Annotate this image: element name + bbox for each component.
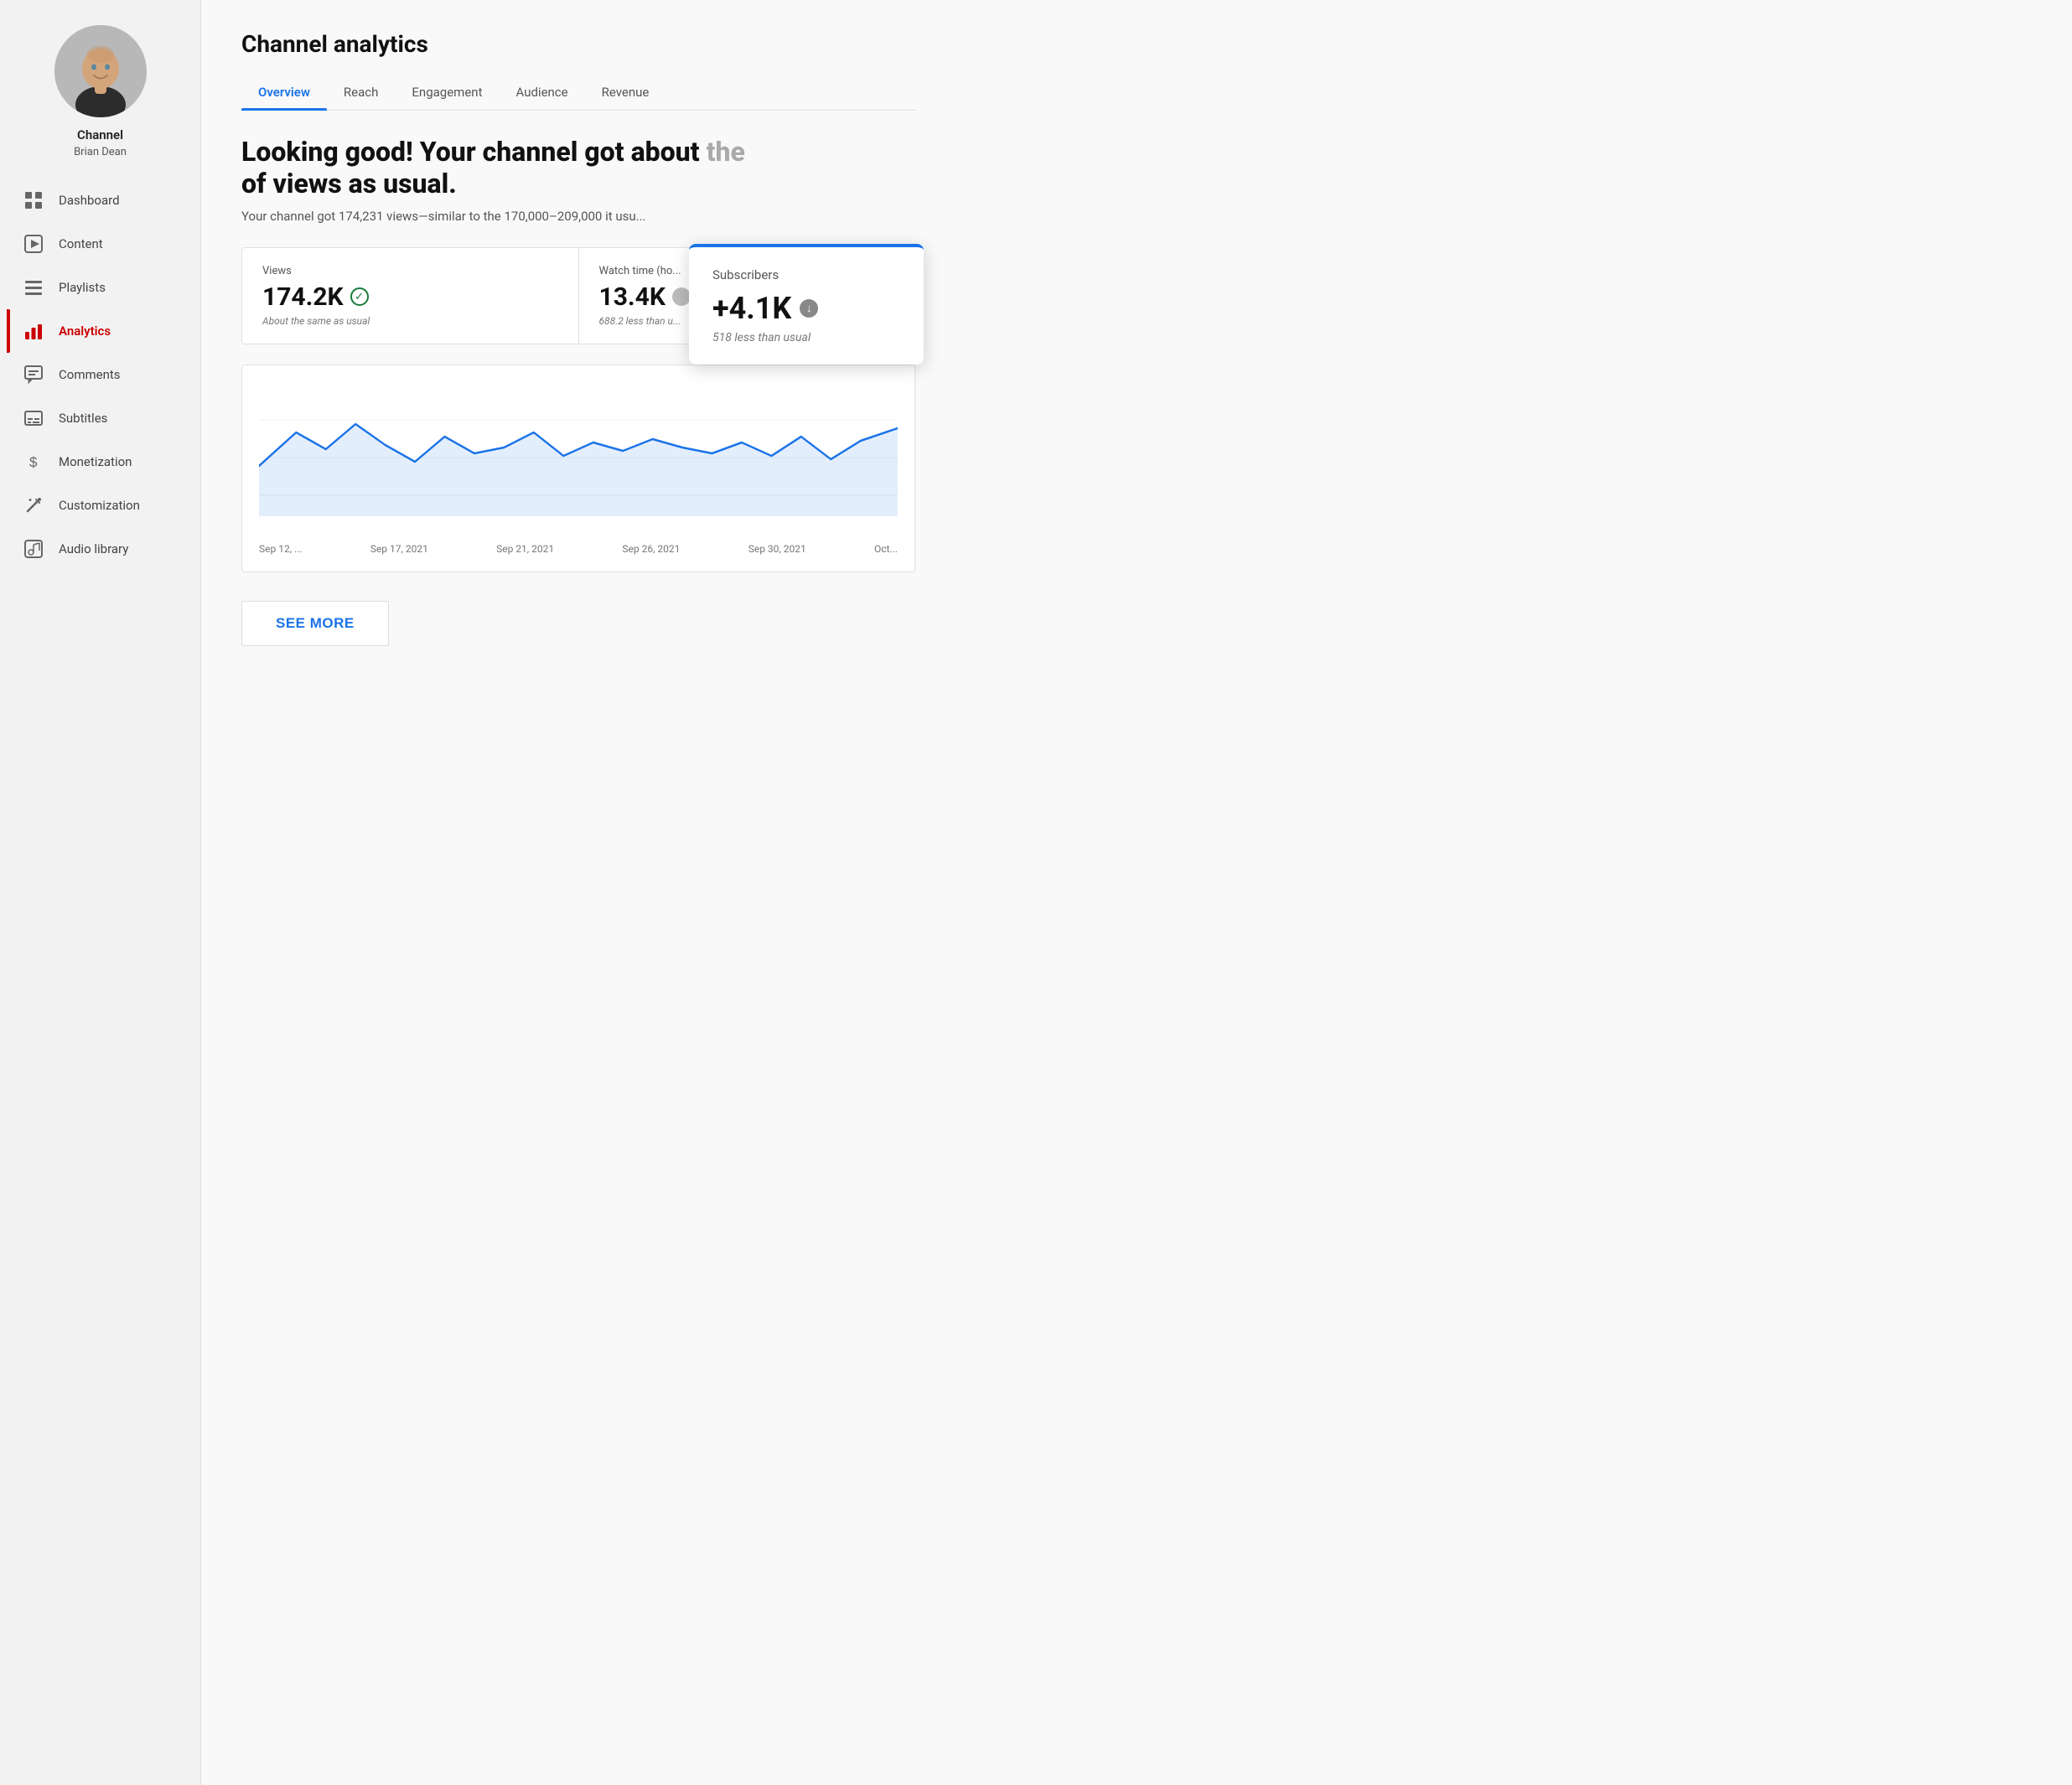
bar-chart-icon	[23, 321, 44, 341]
chart-date-5: Sep 30, 2021	[749, 543, 806, 555]
chart-x-labels: Sep 12, ... Sep 17, 2021 Sep 21, 2021 Se…	[259, 536, 898, 555]
neutral-circle-icon	[672, 287, 691, 306]
sidebar-item-label: Analytics	[59, 323, 111, 339]
page-title: Channel analytics	[241, 30, 915, 58]
line-chart	[259, 382, 898, 533]
sidebar-item-label: Customization	[59, 498, 140, 513]
tab-reach[interactable]: Reach	[327, 75, 395, 110]
banner-headline: Looking good! Your channel got about the…	[241, 136, 915, 200]
sidebar-item-label: Comments	[59, 367, 121, 382]
sidebar-item-content[interactable]: Content	[7, 222, 194, 266]
sidebar-item-monetization[interactable]: $ Monetization	[7, 440, 194, 484]
avatar-container: Channel Brian Dean	[54, 25, 147, 158]
subtitles-icon	[23, 408, 44, 428]
watchtime-neutral-indicator	[672, 287, 691, 306]
check-circle-icon: ✓	[350, 287, 369, 306]
headline-text-2: of views as usual.	[241, 168, 457, 199]
nav-menu: Dashboard Content Playlists	[0, 178, 200, 571]
tab-overview[interactable]: Overview	[241, 75, 327, 110]
tab-engagement[interactable]: Engagement	[395, 75, 499, 110]
channel-name: Brian Dean	[74, 146, 127, 158]
chart-date-3: Sep 21, 2021	[496, 543, 554, 555]
dollar-icon: $	[23, 452, 44, 472]
sidebar-item-label: Monetization	[59, 454, 132, 469]
subscribers-note: 518 less than usual	[712, 331, 900, 344]
subscribers-down-indicator: ↓	[800, 299, 818, 318]
chart-date-2: Sep 17, 2021	[370, 543, 428, 555]
grid-icon	[23, 190, 44, 210]
sidebar-item-subtitles[interactable]: Subtitles	[7, 396, 194, 440]
sidebar-item-analytics[interactable]: Analytics	[7, 309, 194, 353]
tab-audience[interactable]: Audience	[499, 75, 584, 110]
music-icon	[23, 539, 44, 559]
headline-highlight: the	[700, 136, 745, 168]
subscribers-popup: Subscribers +4.1K ↓ 518 less than usual	[689, 244, 924, 365]
svg-text:$: $	[29, 454, 38, 470]
sidebar-item-audio-library[interactable]: Audio library	[7, 527, 194, 571]
sidebar-item-label: Audio library	[59, 541, 128, 556]
main-content: Channel analytics Overview Reach Engagem…	[201, 0, 2072, 1785]
subscribers-label: Subscribers	[712, 267, 900, 282]
stat-value-watchtime: 13.4K	[599, 282, 666, 312]
analytics-tabs: Overview Reach Engagement Audience Reven…	[241, 75, 915, 111]
stat-card-views: Views 174.2K ✓ About the same as usual	[242, 248, 579, 344]
chart-container: Sep 12, ... Sep 17, 2021 Sep 21, 2021 Se…	[241, 365, 915, 572]
sidebar-item-label: Content	[59, 236, 103, 251]
channel-label: Channel	[77, 127, 123, 142]
sidebar-item-label: Dashboard	[59, 193, 120, 208]
list-icon	[23, 277, 44, 298]
chart-date-6: Oct...	[874, 543, 898, 555]
headline-text-1: Looking good! Your channel got about	[241, 136, 700, 168]
stat-label-views: Views	[262, 265, 558, 277]
sidebar-item-customization[interactable]: Customization	[7, 484, 194, 527]
play-icon	[23, 234, 44, 254]
see-more-button[interactable]: SEE MORE	[241, 601, 389, 646]
avatar	[54, 25, 147, 117]
sidebar-item-playlists[interactable]: Playlists	[7, 266, 194, 309]
chart-date-1: Sep 12, ...	[259, 543, 303, 555]
stats-section: Views 174.2K ✓ About the same as usual W…	[241, 247, 915, 344]
stat-note-views: About the same as usual	[262, 315, 558, 327]
down-arrow-icon: ↓	[800, 299, 818, 318]
sidebar-item-label: Playlists	[59, 280, 106, 295]
sidebar: Channel Brian Dean Dashboard	[0, 0, 201, 1785]
banner-subtext: Your channel got 174,231 views—similar t…	[241, 209, 915, 224]
chart-date-4: Sep 26, 2021	[622, 543, 680, 555]
sidebar-item-label: Subtitles	[59, 411, 107, 426]
wand-icon	[23, 495, 44, 515]
subscribers-value: +4.1K	[712, 291, 791, 326]
subscribers-value-row: +4.1K ↓	[712, 291, 900, 326]
stat-value-row-views: 174.2K ✓	[262, 282, 558, 312]
performance-banner: Looking good! Your channel got about the…	[241, 136, 915, 224]
sidebar-item-dashboard[interactable]: Dashboard	[7, 178, 194, 222]
views-check-indicator: ✓	[350, 287, 369, 306]
tab-revenue[interactable]: Revenue	[585, 75, 666, 110]
comment-icon	[23, 365, 44, 385]
sidebar-item-comments[interactable]: Comments	[7, 353, 194, 396]
stat-value-views: 174.2K	[262, 282, 344, 312]
